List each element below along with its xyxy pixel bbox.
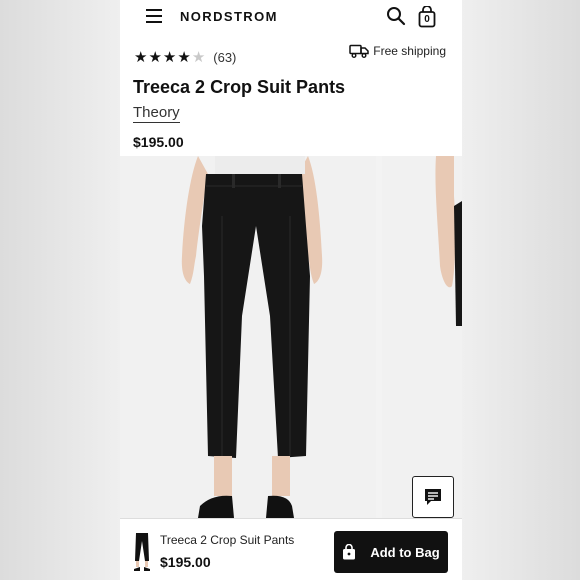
- star-filled-icon: ★: [148, 49, 162, 66]
- star-filled-icon: ★: [162, 49, 177, 66]
- product-photo-secondary[interactable]: [382, 156, 462, 518]
- product-title: Treeca 2 Crop Suit Pants: [133, 77, 346, 97]
- bottom-product-title: Treeca 2 Crop Suit Pants: [160, 533, 295, 547]
- nordstrom-logo[interactable]: NORDSTROM: [180, 9, 278, 24]
- free-shipping: Free shipping: [349, 44, 446, 58]
- brand-link[interactable]: Theory: [133, 104, 180, 123]
- product-price: $195.00: [133, 134, 184, 150]
- chat-button[interactable]: [412, 476, 454, 518]
- star-filled-icon: ★: [134, 49, 148, 66]
- product-photo-main[interactable]: [120, 156, 376, 518]
- bottom-product-price: $195.00: [160, 554, 211, 570]
- hamburger-menu-icon[interactable]: [146, 9, 162, 23]
- bag-count: 0: [424, 14, 430, 25]
- star-filled-icon: ★: [177, 49, 191, 66]
- rating-stars: ★ ★ ★ ★ ★: [134, 50, 205, 65]
- product-image-gallery[interactable]: [120, 156, 462, 518]
- background-blur-right: [462, 0, 580, 580]
- chat-icon: [425, 489, 441, 505]
- product-thumbnail: [134, 533, 150, 571]
- sticky-add-to-bag-bar: Treeca 2 Crop Suit Pants $195.00 Add to …: [120, 518, 462, 580]
- add-to-bag-button[interactable]: Add to Bag: [334, 531, 448, 573]
- shipping-label: Free shipping: [373, 44, 446, 58]
- truck-icon: [349, 44, 370, 58]
- shopping-bag-icon: [343, 544, 356, 560]
- shopping-bag-icon[interactable]: 0: [418, 5, 436, 28]
- product-page: NORDSTROM 0 ★ ★ ★ ★ ★ (63) Free shipping Tre…: [120, 0, 462, 580]
- search-icon[interactable]: [386, 6, 406, 26]
- add-to-bag-label: Add to Bag: [370, 544, 440, 560]
- top-nav: NORDSTROM 0: [120, 0, 462, 36]
- rating[interactable]: ★ ★ ★ ★ ★ (63): [134, 50, 236, 65]
- review-count[interactable]: (63): [213, 50, 236, 65]
- star-empty-icon: ★: [191, 49, 206, 66]
- background-blur-left: [0, 0, 120, 580]
